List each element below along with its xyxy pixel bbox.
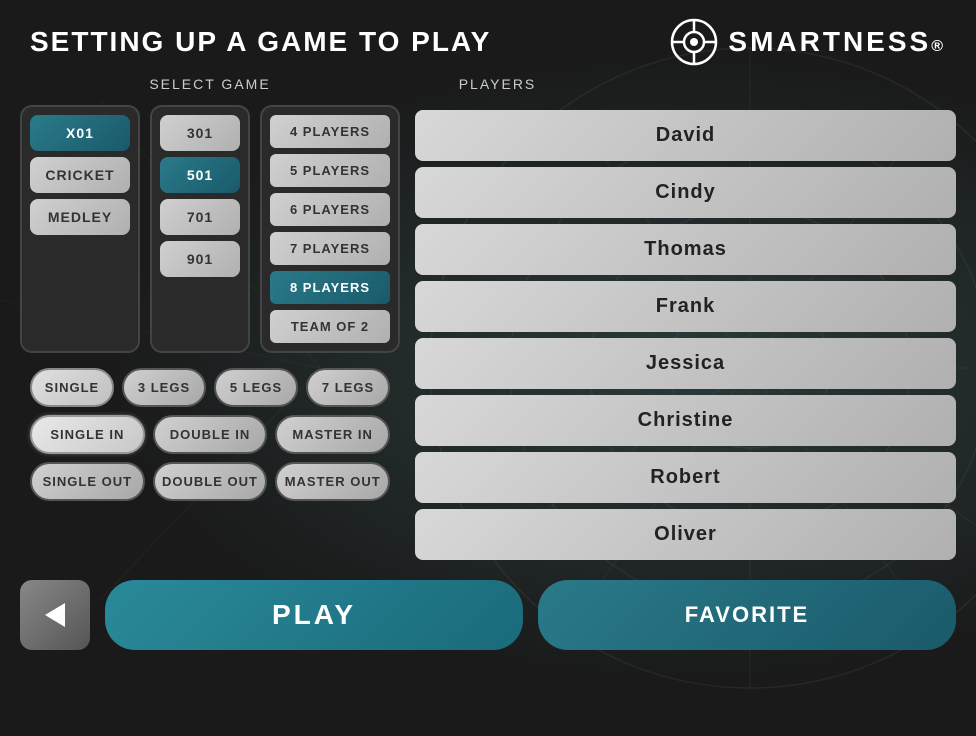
option-3legs[interactable]: 3 LEGS bbox=[122, 368, 206, 407]
option-single[interactable]: SINGLE bbox=[30, 368, 114, 407]
player-thomas[interactable]: Thomas bbox=[415, 224, 956, 275]
score-301[interactable]: 301 bbox=[160, 115, 240, 151]
logo-icon bbox=[670, 18, 718, 66]
back-arrow-icon bbox=[39, 599, 71, 631]
left-panel: X01 CRICKET MEDLEY 301 501 701 901 4 PLA… bbox=[20, 105, 400, 560]
select-game-label: SELECT GAME bbox=[149, 76, 270, 92]
options-row-in: SINGLE IN DOUBLE IN MASTER IN bbox=[30, 415, 390, 454]
option-5legs[interactable]: 5 LEGS bbox=[214, 368, 298, 407]
option-master-out[interactable]: MASTER OUT bbox=[275, 462, 390, 501]
option-single-out[interactable]: SINGLE OUT bbox=[30, 462, 145, 501]
player-oliver[interactable]: Oliver bbox=[415, 509, 956, 560]
option-master-in[interactable]: MASTER IN bbox=[275, 415, 390, 454]
players-8[interactable]: 8 PLAYERS bbox=[270, 271, 390, 304]
game-type-selector: X01 CRICKET MEDLEY bbox=[20, 105, 140, 353]
game-type-cricket[interactable]: CRICKET bbox=[30, 157, 130, 193]
selectors-row: X01 CRICKET MEDLEY 301 501 701 901 4 PLA… bbox=[20, 105, 400, 353]
player-cindy[interactable]: Cindy bbox=[415, 167, 956, 218]
players-6[interactable]: 6 PLAYERS bbox=[270, 193, 390, 226]
player-christine[interactable]: Christine bbox=[415, 395, 956, 446]
play-button[interactable]: PLAY bbox=[105, 580, 523, 650]
score-901[interactable]: 901 bbox=[160, 241, 240, 277]
score-501[interactable]: 501 bbox=[160, 157, 240, 193]
favorite-button[interactable]: FAVORITE bbox=[538, 580, 956, 650]
game-score-selector: 301 501 701 901 bbox=[150, 105, 250, 353]
page-title: SETTING UP A GAME TO PLAY bbox=[30, 26, 491, 58]
game-type-x01[interactable]: X01 bbox=[30, 115, 130, 151]
logo-text: SMARTNESS bbox=[728, 26, 931, 58]
back-button[interactable] bbox=[20, 580, 90, 650]
main-content: X01 CRICKET MEDLEY 301 501 701 901 4 PLA… bbox=[0, 105, 976, 560]
option-double-in[interactable]: DOUBLE IN bbox=[153, 415, 268, 454]
logo-reg: ® bbox=[931, 38, 946, 56]
options-row-out: SINGLE OUT DOUBLE OUT MASTER OUT bbox=[30, 462, 390, 501]
player-jessica[interactable]: Jessica bbox=[415, 338, 956, 389]
player-robert[interactable]: Robert bbox=[415, 452, 956, 503]
players-team-of-2[interactable]: TEAM OF 2 bbox=[270, 310, 390, 343]
players-5[interactable]: 5 PLAYERS bbox=[270, 154, 390, 187]
player-frank[interactable]: Frank bbox=[415, 281, 956, 332]
action-row: PLAY FAVORITE bbox=[0, 565, 976, 650]
score-701[interactable]: 701 bbox=[160, 199, 240, 235]
option-single-in[interactable]: SINGLE IN bbox=[30, 415, 145, 454]
player-count-selector: 4 PLAYERS 5 PLAYERS 6 PLAYERS 7 PLAYERS … bbox=[260, 105, 400, 353]
header: SETTING UP A GAME TO PLAY SMARTNESS ® bbox=[0, 0, 976, 76]
players-4[interactable]: 4 PLAYERS bbox=[270, 115, 390, 148]
option-double-out[interactable]: DOUBLE OUT bbox=[153, 462, 268, 501]
game-type-medley[interactable]: MEDLEY bbox=[30, 199, 130, 235]
options-area: SINGLE 3 LEGS 5 LEGS 7 LEGS SINGLE IN DO… bbox=[20, 368, 400, 509]
player-david[interactable]: David bbox=[415, 110, 956, 161]
right-panel: David Cindy Thomas Frank Jessica Christi… bbox=[415, 105, 956, 560]
logo-area: SMARTNESS ® bbox=[670, 18, 946, 66]
players-7[interactable]: 7 PLAYERS bbox=[270, 232, 390, 265]
option-7legs[interactable]: 7 LEGS bbox=[306, 368, 390, 407]
options-row-legs: SINGLE 3 LEGS 5 LEGS 7 LEGS bbox=[30, 368, 390, 407]
players-label: PLAYERS bbox=[459, 76, 537, 92]
